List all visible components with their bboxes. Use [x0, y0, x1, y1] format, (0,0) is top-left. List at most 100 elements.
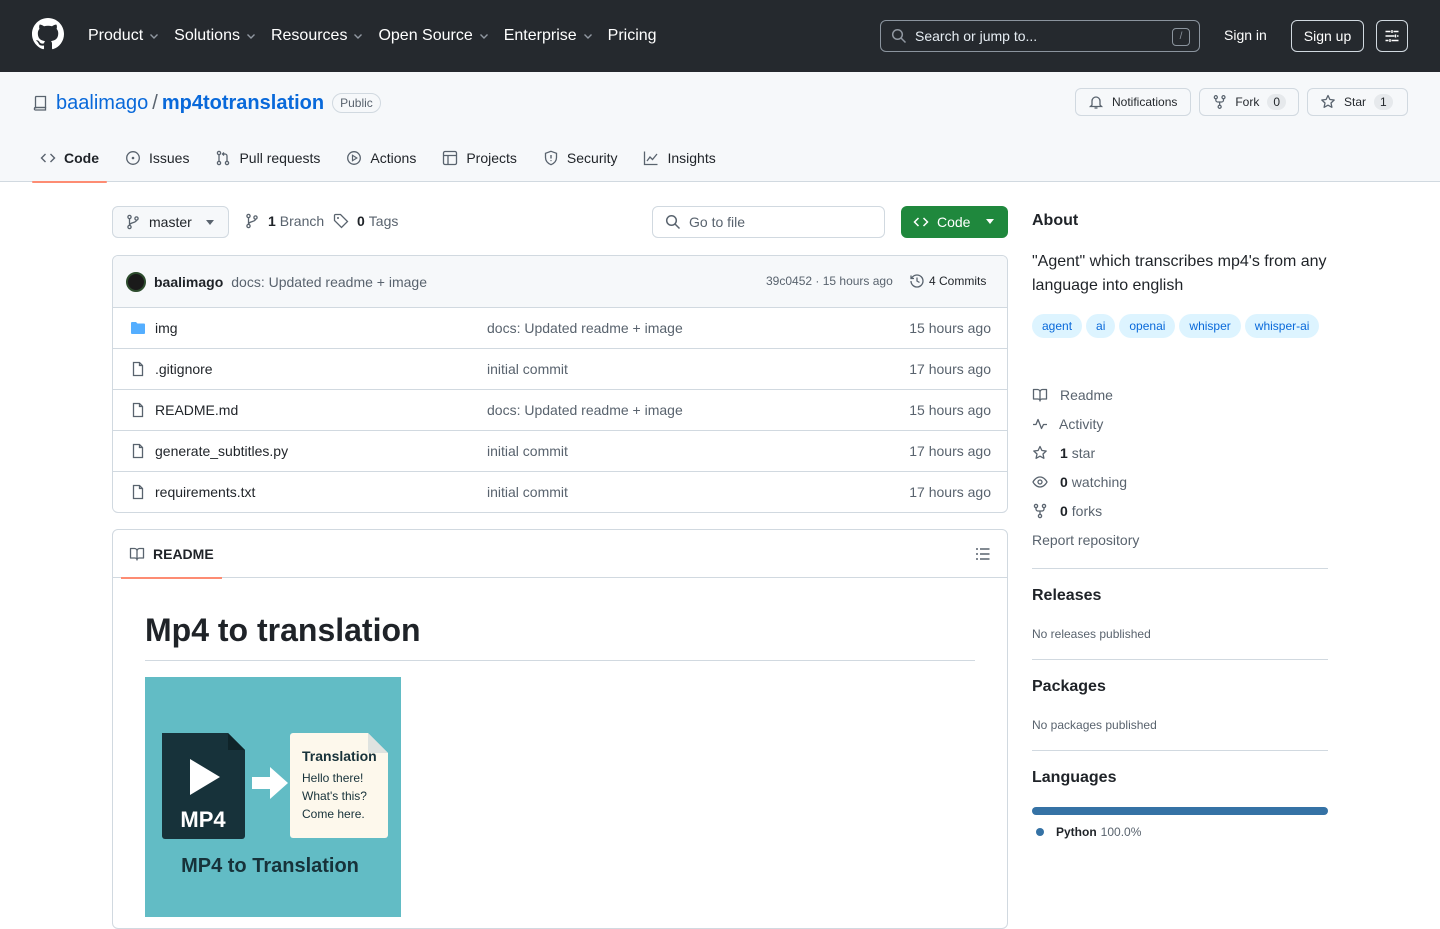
releases-title[interactable]: Releases	[1032, 587, 1101, 605]
commit-hash-time[interactable]: 39c0452 · 15 hours ago	[766, 274, 893, 288]
readme-tab[interactable]: README	[121, 530, 222, 579]
nav-enterprise[interactable]: Enterprise	[504, 27, 594, 45]
topic-tag[interactable]: openai	[1119, 314, 1176, 338]
github-logo-icon[interactable]	[32, 18, 64, 50]
folder-icon	[131, 322, 145, 334]
fork-icon	[1213, 95, 1226, 109]
tab-insights[interactable]: Insights	[635, 134, 723, 182]
tab-pull-requests[interactable]: Pull requests	[207, 134, 328, 182]
topic-tag[interactable]: whisper-ai	[1244, 314, 1320, 338]
file-name[interactable]: .gitignore	[155, 361, 213, 377]
language-item[interactable]: Python 100.0%	[1036, 825, 1141, 839]
history-icon	[910, 274, 924, 288]
readme-banner-image: MP4 Translation Hello there! What's this…	[145, 677, 401, 917]
star-icon	[1321, 94, 1335, 108]
nav-open-source[interactable]: Open Source	[378, 27, 489, 45]
file-row[interactable]: README.md docs: Updated readme + image 1…	[113, 390, 1007, 431]
file-commit-message[interactable]: initial commit	[487, 443, 568, 459]
topic-tag[interactable]: agent	[1032, 314, 1083, 338]
file-commit-message[interactable]: initial commit	[487, 361, 568, 377]
search-icon	[665, 214, 681, 230]
repo-separator: /	[152, 91, 158, 114]
repo-owner-link[interactable]: baalimago	[56, 92, 148, 115]
branch-selector[interactable]: master	[112, 206, 229, 238]
tags-link[interactable]: 0 Tags	[333, 213, 398, 229]
file-row[interactable]: requirements.txt initial commit 17 hours…	[113, 472, 1007, 512]
code-dropdown-button[interactable]: Code	[901, 206, 1008, 238]
search-placeholder: Search or jump to...	[915, 28, 1038, 44]
readme-panel: README Mp4 to translation MP4 Translatio…	[112, 529, 1008, 929]
file-commit-message[interactable]: initial commit	[487, 484, 568, 500]
repo-name-link[interactable]: mp4totranslation	[162, 92, 324, 115]
file-commit-message[interactable]: docs: Updated readme + image	[487, 402, 683, 418]
file-name[interactable]: generate_subtitles.py	[155, 443, 288, 459]
repo-description: "Agent" which transcribes mp4's from any…	[1032, 253, 1327, 294]
topic-tag[interactable]: ai	[1086, 314, 1116, 338]
shield-icon	[544, 150, 558, 166]
branches-link[interactable]: 1 Branch	[244, 213, 324, 229]
graph-icon	[644, 151, 658, 166]
caret-down-icon	[986, 219, 994, 224]
file-commit-time: 17 hours ago	[909, 484, 991, 500]
topic-tag[interactable]: whisper	[1179, 314, 1241, 338]
settings-menu-button[interactable]	[1376, 20, 1408, 52]
about-title: About	[1032, 212, 1079, 229]
report-repository-link[interactable]: Report repository	[1032, 532, 1139, 548]
commit-message[interactable]: docs: Updated readme + image	[231, 274, 427, 290]
tab-issues[interactable]: Issues	[117, 134, 197, 182]
play-circle-icon	[347, 151, 362, 165]
search-input[interactable]: Search or jump to... /	[880, 20, 1200, 52]
tab-code[interactable]: Code	[32, 134, 107, 183]
nav-solutions[interactable]: Solutions	[174, 27, 257, 45]
forks-link[interactable]: 0 forks	[1032, 503, 1102, 519]
avatar[interactable]	[126, 271, 146, 292]
file-name[interactable]: img	[155, 320, 178, 336]
file-row[interactable]: .gitignore initial commit 17 hours ago	[113, 349, 1007, 390]
tab-projects[interactable]: Projects	[434, 134, 525, 182]
packages-empty-text: No packages published	[1032, 718, 1157, 732]
search-icon	[891, 28, 907, 44]
file-name[interactable]: requirements.txt	[155, 484, 255, 500]
star-button[interactable]: Star 1	[1307, 88, 1408, 116]
caret-down-icon	[206, 220, 214, 225]
file-commit-time: 17 hours ago	[909, 443, 991, 459]
commit-author[interactable]: baalimago	[154, 274, 223, 290]
nav-product[interactable]: Product	[88, 27, 160, 45]
nav-pricing[interactable]: Pricing	[608, 27, 657, 45]
branch-count: 1	[268, 213, 276, 229]
stars-link[interactable]: 1 star	[1032, 445, 1095, 461]
nav-resources[interactable]: Resources	[271, 27, 364, 45]
table-icon	[443, 150, 458, 166]
tab-actions[interactable]: Actions	[338, 134, 424, 182]
commits-link[interactable]: 4 Commits	[909, 273, 986, 289]
readme-link[interactable]: Readme	[1032, 387, 1113, 403]
tab-security[interactable]: Security	[535, 134, 626, 182]
pulse-icon	[1033, 418, 1047, 430]
star-icon	[1033, 445, 1047, 459]
banner-card-line: Come here.	[302, 807, 365, 821]
branch-icon	[127, 214, 139, 230]
banner-card-line: What's this?	[302, 789, 367, 803]
file-commit-message[interactable]: docs: Updated readme + image	[487, 320, 683, 336]
activity-link[interactable]: Activity	[1032, 416, 1103, 432]
language-percent: 100.0%	[1100, 825, 1142, 839]
bell-icon	[1088, 96, 1104, 109]
sign-in-link[interactable]: Sign in	[1224, 27, 1267, 43]
file-name[interactable]: README.md	[155, 402, 238, 418]
watchers-link[interactable]: 0 watching	[1032, 474, 1127, 490]
issue-icon	[126, 151, 140, 165]
fork-count: 0	[1267, 94, 1286, 110]
language-name: Python	[1056, 825, 1097, 839]
branch-icon	[246, 213, 258, 229]
packages-title[interactable]: Packages	[1032, 678, 1106, 696]
list-outline-icon[interactable]	[975, 546, 991, 562]
releases-empty-text: No releases published	[1032, 627, 1151, 641]
file-list: baalimago docs: Updated readme + image 3…	[112, 255, 1008, 513]
fork-button[interactable]: Fork 0	[1199, 88, 1299, 116]
go-to-file-input[interactable]: Go to file	[652, 206, 885, 238]
file-row[interactable]: img docs: Updated readme + image 15 hour…	[113, 308, 1007, 349]
sign-up-button[interactable]: Sign up	[1291, 20, 1364, 52]
file-row[interactable]: generate_subtitles.py initial commit 17 …	[113, 431, 1007, 472]
repo-icon	[33, 95, 47, 111]
notifications-button[interactable]: Notifications	[1075, 88, 1191, 116]
